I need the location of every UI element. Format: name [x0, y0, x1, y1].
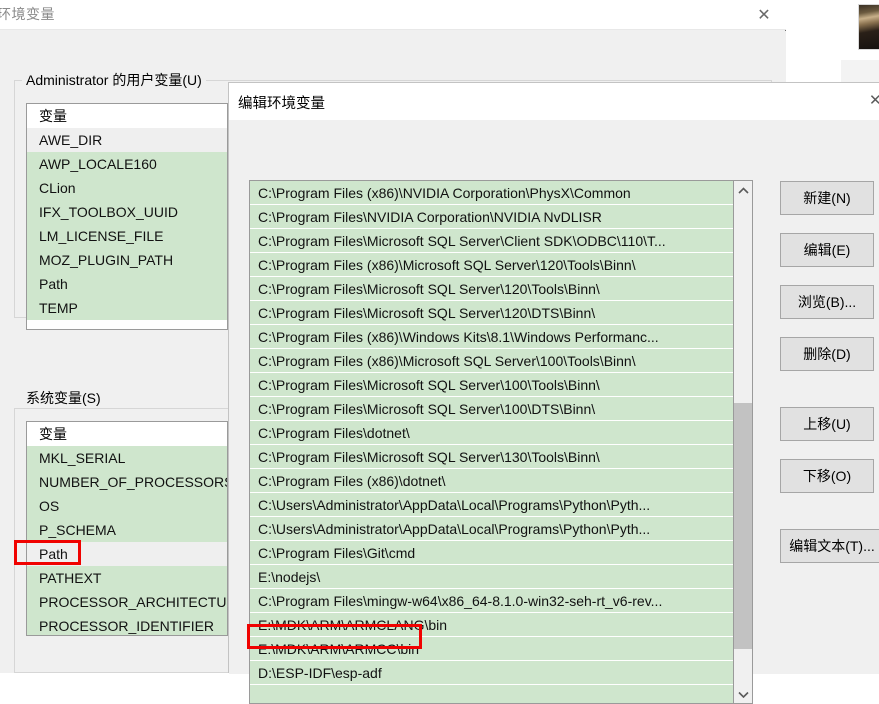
path-list-item[interactable]: C:\Program Files\Microsoft SQL Server\Cl…: [250, 229, 733, 253]
list-item[interactable]: LM_LICENSE_FILE: [27, 224, 227, 248]
list-item[interactable]: TEMP: [27, 296, 227, 320]
list-item[interactable]: AWE_DIR: [27, 128, 227, 152]
path-list-item[interactable]: C:\Program Files (x86)\dotnet\: [250, 469, 733, 493]
path-list-item[interactable]: C:\Program Files (x86)\Windows Kits\8.1\…: [250, 325, 733, 349]
path-list-item[interactable]: C:\Program Files\dotnet\: [250, 421, 733, 445]
edit-text-button[interactable]: 编辑文本(T)...: [780, 529, 879, 563]
list-item[interactable]: OS: [27, 494, 227, 518]
chevron-down-icon: [737, 691, 749, 698]
background-thumbnail-image: [858, 4, 879, 50]
annotation-box-esp-adf-entry: [247, 624, 422, 649]
system-variables-column-header: 变量: [27, 422, 227, 446]
list-item[interactable]: CLion: [27, 176, 227, 200]
window-title-bar: 环境变量 ✕: [0, 0, 786, 30]
list-item[interactable]: MOZ_PLUGIN_PATH: [27, 248, 227, 272]
move-up-button[interactable]: 上移(U): [780, 407, 874, 441]
edit-dialog-title-bar: 编辑环境变量 ✕: [229, 83, 879, 120]
system-variables-group-label: 系统变量(S): [22, 388, 105, 408]
path-list-item[interactable]: C:\Program Files\mingw-w64\x86_64-8.1.0-…: [250, 589, 733, 613]
list-item[interactable]: IFX_TOOLBOX_UUID: [27, 200, 227, 224]
path-list-item[interactable]: C:\Program Files\Microsoft SQL Server\10…: [250, 373, 733, 397]
system-variables-list[interactable]: 变量 MKL_SERIAL NUMBER_OF_PROCESSORS OS P_…: [26, 421, 228, 636]
list-item[interactable]: P_SCHEMA: [27, 518, 227, 542]
path-list-item[interactable]: C:\Program Files\Microsoft SQL Server\12…: [250, 301, 733, 325]
path-list-item-empty[interactable]: [250, 685, 733, 703]
path-list-item-esp-adf[interactable]: D:\ESP-IDF\esp-adf: [250, 661, 733, 685]
list-item[interactable]: Path: [27, 272, 227, 296]
delete-button[interactable]: 删除(D): [780, 337, 874, 371]
close-icon[interactable]: ✕: [869, 91, 879, 111]
edit-dialog-title: 编辑环境变量: [238, 96, 325, 112]
user-variables-list[interactable]: 变量 AWE_DIR AWP_LOCALE160 CLion IFX_TOOLB…: [26, 103, 228, 330]
browse-button[interactable]: 浏览(B)...: [780, 285, 874, 319]
user-variables-group-label: Administrator 的用户变量(U): [22, 70, 206, 90]
scrollbar-thumb[interactable]: [734, 403, 752, 649]
path-list-item[interactable]: E:\nodejs\: [250, 565, 733, 589]
edit-environment-variable-dialog: 编辑环境变量 ✕ C:\Program Files (x86)\NVIDIA C…: [228, 82, 879, 704]
new-button[interactable]: 新建(N): [780, 181, 874, 215]
path-list-item[interactable]: C:\Program Files\NVIDIA Corporation\NVID…: [250, 205, 733, 229]
window-title: 环境变量: [0, 6, 55, 22]
path-list-item[interactable]: C:\Program Files\Microsoft SQL Server\13…: [250, 445, 733, 469]
edit-dialog-content: C:\Program Files (x86)\NVIDIA Corporatio…: [229, 120, 879, 704]
desktop-background: 环境变量 ✕ Administrator 的用户变量(U) 变量 AWE_DIR…: [0, 0, 879, 704]
path-list-item[interactable]: C:\Program Files (x86)\Microsoft SQL Ser…: [250, 253, 733, 277]
scroll-down-icon[interactable]: [734, 685, 752, 703]
list-item[interactable]: NUMBER_OF_PROCESSORS: [27, 470, 227, 494]
scroll-up-icon[interactable]: [734, 181, 752, 199]
list-item[interactable]: AWP_LOCALE160: [27, 152, 227, 176]
annotation-box-path-variable: [14, 540, 81, 565]
path-list-item[interactable]: C:\Users\Administrator\AppData\Local\Pro…: [250, 517, 733, 541]
list-item[interactable]: PATHEXT: [27, 566, 227, 590]
list-item[interactable]: PROCESSOR_IDENTIFIER: [27, 614, 227, 635]
path-list-item[interactable]: C:\Program Files\Microsoft SQL Server\12…: [250, 277, 733, 301]
path-list-scrollbar[interactable]: [733, 181, 752, 703]
path-list-item[interactable]: C:\Users\Administrator\AppData\Local\Pro…: [250, 493, 733, 517]
path-list-item[interactable]: C:\Program Files (x86)\Microsoft SQL Ser…: [250, 349, 733, 373]
edit-button[interactable]: 编辑(E): [780, 233, 874, 267]
list-item[interactable]: PROCESSOR_ARCHITECTURE: [27, 590, 227, 614]
path-list-item[interactable]: C:\Program Files\Microsoft SQL Server\10…: [250, 397, 733, 421]
close-icon[interactable]: ✕: [742, 0, 786, 30]
chevron-up-icon: [737, 186, 749, 194]
path-list-item[interactable]: C:\Program Files (x86)\NVIDIA Corporatio…: [250, 181, 733, 205]
user-variables-column-header: 变量: [27, 104, 227, 128]
move-down-button[interactable]: 下移(O): [780, 459, 874, 493]
list-item[interactable]: MKL_SERIAL: [27, 446, 227, 470]
path-list-item[interactable]: C:\Program Files\Git\cmd: [250, 541, 733, 565]
